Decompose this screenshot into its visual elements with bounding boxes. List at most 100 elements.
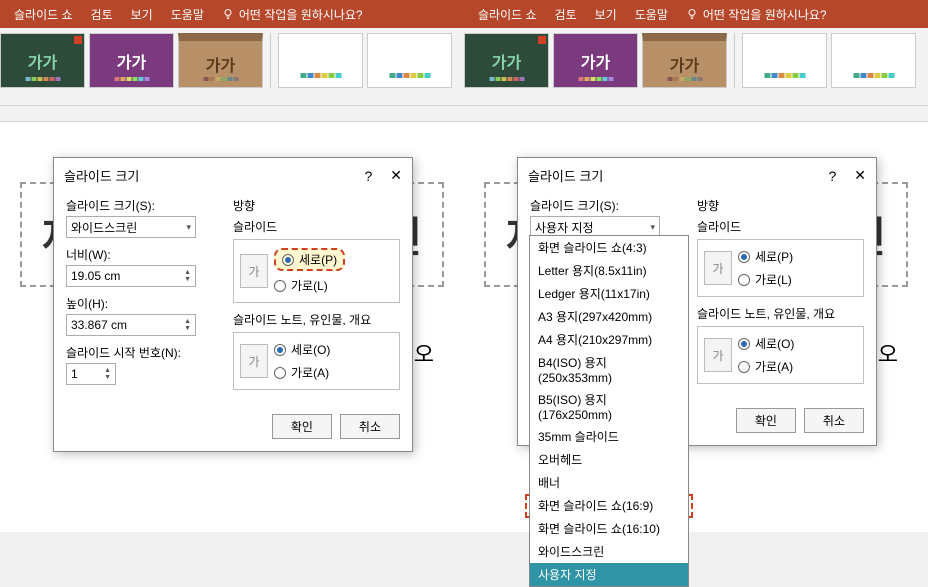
ribbon-lower-border <box>464 106 928 122</box>
orientation-preview-icon: 가 <box>240 254 268 288</box>
slide-subtitle: 슬라이드 <box>233 218 400 235</box>
theme-thumb-3[interactable]: 가가 <box>178 33 263 88</box>
dialog-close-button[interactable]: ✕ <box>854 167 866 184</box>
size-label: 슬라이드 크기(S): <box>530 197 685 214</box>
theme-text: 가가 <box>28 49 57 73</box>
height-spinner[interactable]: 33.867 cm ▲▼ <box>66 314 196 336</box>
dialog-close-button[interactable]: ✕ <box>390 167 402 184</box>
size-option[interactable]: B5(ISO) 용지(176x250mm) <box>530 388 688 425</box>
size-option[interactable]: Ledger 용지(11x17in) <box>530 282 688 305</box>
radio-label: 가로(L) <box>755 271 792 288</box>
ribbon-bar: 슬라이드 쇼 검토 보기 도움말 어떤 작업을 원하시나요? <box>464 0 928 28</box>
notes-portrait-radio[interactable]: 세로(O) <box>738 335 794 352</box>
size-label: 슬라이드 크기(S): <box>66 197 221 214</box>
size-option[interactable]: B4(ISO) 용지(250x353mm) <box>530 351 688 388</box>
dialog-help-button[interactable]: ? <box>828 168 836 184</box>
size-select[interactable]: 와이드스크린 ▾ <box>66 216 196 238</box>
theme-badge-icon <box>538 36 546 44</box>
size-dropdown-list[interactable]: 화면 슬라이드 쇼(4:3) Letter 용지(8.5x11in) Ledge… <box>529 235 689 587</box>
radio-off-icon <box>274 280 286 292</box>
slide-orientation-group: 가 세로(P) 가로(L) <box>233 239 400 303</box>
chevron-down-icon: ▾ <box>650 222 655 233</box>
width-spinner[interactable]: 19.05 cm ▲▼ <box>66 265 196 287</box>
variant-thumb-2[interactable] <box>831 33 916 88</box>
ribbon-tab-slideshow[interactable]: 슬라이드 쇼 <box>14 6 73 23</box>
theme-thumb-3[interactable]: 가가 <box>642 33 727 88</box>
notes-landscape-radio[interactable]: 가로(A) <box>274 364 330 381</box>
width-label: 너비(W): <box>66 246 221 263</box>
theme-text: 가가 <box>117 49 146 73</box>
dialog-title-text: 슬라이드 크기 <box>528 166 603 185</box>
theme-text: 가가 <box>581 49 610 73</box>
dialog-titlebar: 슬라이드 크기 ? ✕ <box>518 158 876 193</box>
ribbon-lower-border <box>0 106 464 122</box>
theme-text: 가가 <box>670 52 699 76</box>
theme-thumb-1[interactable]: 가가 <box>0 33 85 88</box>
ribbon-tab-review[interactable]: 검토 <box>91 6 113 23</box>
size-option[interactable]: 배너 <box>530 471 688 494</box>
radio-label: 세로(P) <box>299 251 337 268</box>
theme-thumb-2[interactable]: 가가 <box>553 33 638 88</box>
ribbon-bar: 슬라이드 쇼 검토 보기 도움말 어떤 작업을 원하시나요? <box>0 0 464 28</box>
radio-off-icon <box>738 361 750 373</box>
orientation-preview-icon: 가 <box>704 338 732 372</box>
size-select-value: 와이드스크린 <box>71 219 137 236</box>
spinner-arrows-icon[interactable]: ▲▼ <box>184 318 191 332</box>
radio-label: 세로(P) <box>755 248 793 265</box>
theme-text: 가가 <box>206 52 235 76</box>
size-option[interactable]: 화면 슬라이드 쇼(16:9) <box>530 494 688 517</box>
ribbon-tab-slideshow[interactable]: 슬라이드 쇼 <box>478 6 537 23</box>
notes-subtitle: 슬라이드 노트, 유인물, 개요 <box>697 305 864 322</box>
theme-gallery: 가가 가가 가가 <box>464 28 928 106</box>
size-option[interactable]: 화면 슬라이드 쇼(4:3) <box>530 236 688 259</box>
variant-thumb-2[interactable] <box>367 33 452 88</box>
ok-button[interactable]: 확인 <box>736 408 796 433</box>
size-option[interactable]: 화면 슬라이드 쇼(16:10) <box>530 517 688 540</box>
ribbon-tab-help[interactable]: 도움말 <box>171 6 204 23</box>
dialog-help-button[interactable]: ? <box>364 168 372 184</box>
slide-landscape-radio[interactable]: 가로(L) <box>738 271 793 288</box>
notes-subtitle: 슬라이드 노트, 유인물, 개요 <box>233 311 400 328</box>
height-value: 33.867 cm <box>71 318 127 332</box>
size-option[interactable]: 와이드스크린 <box>530 540 688 563</box>
lightbulb-icon <box>686 8 698 20</box>
theme-gallery: 가가 가가 가가 <box>0 28 464 106</box>
ribbon-tab-view[interactable]: 보기 <box>595 6 617 23</box>
ribbon-tab-review[interactable]: 검토 <box>555 6 577 23</box>
spinner-arrows-icon[interactable]: ▲▼ <box>104 367 111 381</box>
cancel-button[interactable]: 취소 <box>804 408 864 433</box>
size-option-selected[interactable]: 사용자 지정 <box>530 563 688 586</box>
slide-portrait-radio[interactable]: 세로(P) <box>738 248 793 265</box>
variant-thumb-1[interactable] <box>278 33 363 88</box>
radio-label: 세로(O) <box>755 335 794 352</box>
ok-button[interactable]: 확인 <box>272 414 332 439</box>
cancel-button[interactable]: 취소 <box>340 414 400 439</box>
size-option[interactable]: 오버헤드 <box>530 448 688 471</box>
notes-orientation-group: 가 세로(O) 가로(A) <box>697 326 864 384</box>
ribbon-tab-help[interactable]: 도움말 <box>635 6 668 23</box>
spinner-arrows-icon[interactable]: ▲▼ <box>184 269 191 283</box>
notes-landscape-radio[interactable]: 가로(A) <box>738 358 794 375</box>
theme-text: 가가 <box>492 49 521 73</box>
theme-thumb-2[interactable]: 가가 <box>89 33 174 88</box>
size-option[interactable]: A3 용지(297x420mm) <box>530 305 688 328</box>
slide-size-dialog: 슬라이드 크기 ? ✕ 슬라이드 크기(S): 와이드스크린 ▾ 너비(W): <box>53 157 413 452</box>
theme-badge-icon <box>74 36 82 44</box>
slide-portrait-radio[interactable]: 세로(P) <box>274 248 345 271</box>
notes-portrait-radio[interactable]: 세로(O) <box>274 341 330 358</box>
ribbon-tell-me[interactable]: 어떤 작업을 원하시나요? <box>222 6 363 23</box>
theme-thumb-1[interactable]: 가가 <box>464 33 549 88</box>
radio-off-icon <box>274 367 286 379</box>
orientation-preview-icon: 가 <box>704 251 732 285</box>
slide-orientation-group: 가 세로(P) 가로(L) <box>697 239 864 297</box>
variant-thumb-1[interactable] <box>742 33 827 88</box>
start-number-spinner[interactable]: 1 ▲▼ <box>66 363 116 385</box>
size-option[interactable]: A4 용지(210x297mm) <box>530 328 688 351</box>
ribbon-tab-view[interactable]: 보기 <box>131 6 153 23</box>
ribbon-tell-me[interactable]: 어떤 작업을 원하시나요? <box>686 6 827 23</box>
size-option[interactable]: Letter 용지(8.5x11in) <box>530 259 688 282</box>
direction-title: 방향 <box>697 197 864 214</box>
size-option[interactable]: 35mm 슬라이드 <box>530 425 688 448</box>
radio-label: 세로(O) <box>291 341 330 358</box>
slide-landscape-radio[interactable]: 가로(L) <box>274 277 345 294</box>
